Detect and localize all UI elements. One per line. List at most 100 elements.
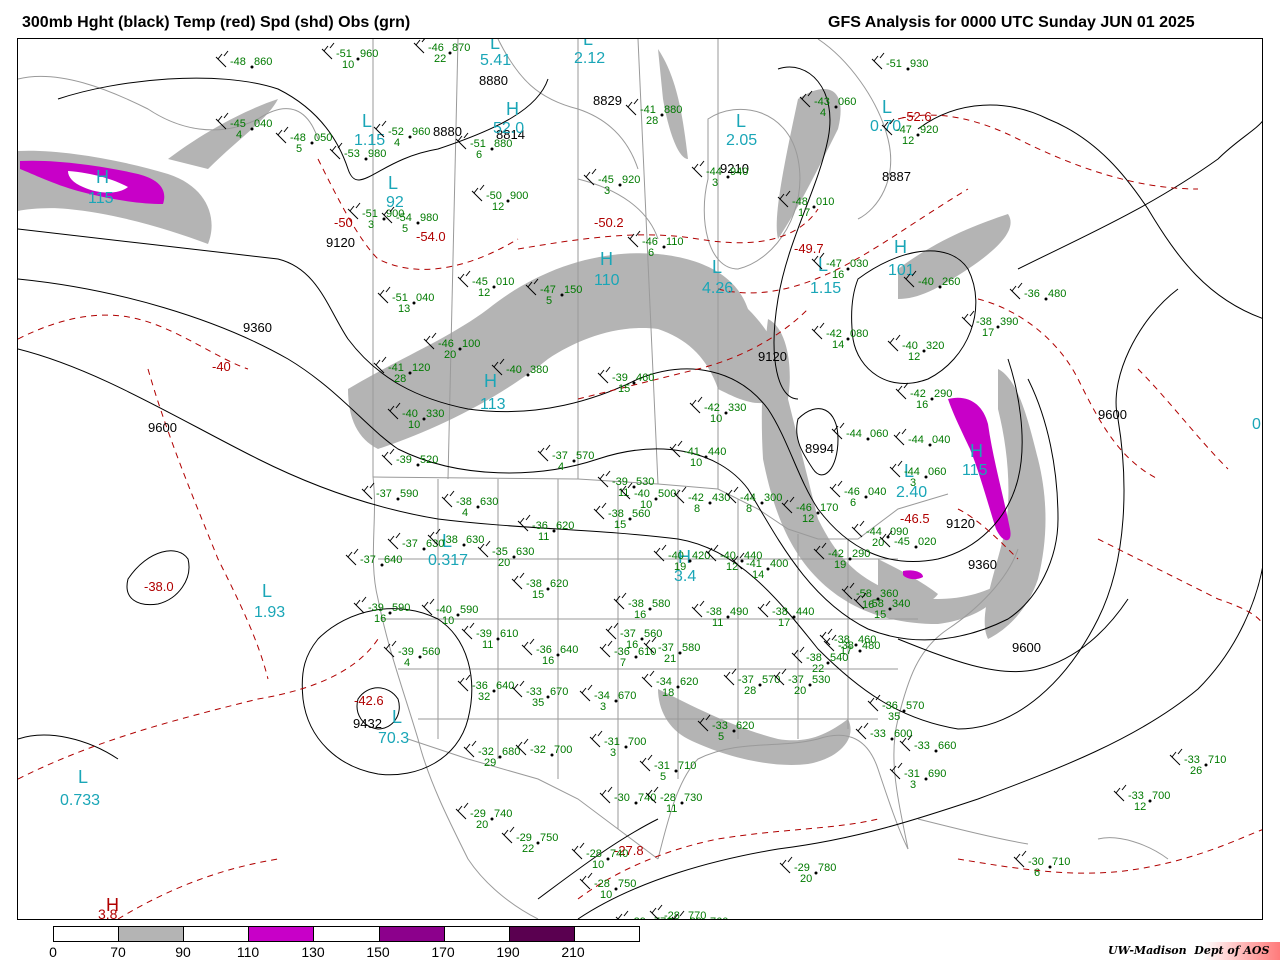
wind-barb-icon — [851, 520, 865, 538]
svg-text:110: 110 — [594, 272, 620, 289]
obs-dewpoint-depression: 11 — [712, 617, 723, 629]
obs-height: 060 — [838, 96, 856, 108]
wind-barb-icon — [593, 502, 607, 520]
obs-height: 640 — [384, 554, 402, 566]
station-obs: -42 29016 — [895, 382, 952, 411]
obs-height: 010 — [816, 196, 834, 208]
wind-barb-icon — [895, 382, 909, 400]
height-value-labels: 8880 8814 8880 8887 9120 9120 9120 9360 … — [148, 73, 1127, 731]
height-label: 8829 — [593, 93, 622, 108]
svg-text:H: H — [506, 99, 519, 119]
obs-dewpoint-depression: 15 — [618, 383, 630, 395]
obs-dewpoint-depression: 5 — [296, 143, 302, 155]
colorbar-segment — [444, 927, 510, 941]
temp-label: -50.2 — [594, 215, 624, 230]
obs-height: 920 — [920, 124, 938, 136]
station-obs: -40 50010 — [619, 482, 676, 511]
temp-label: -42.6 — [354, 693, 384, 708]
wind-barb-icon — [779, 856, 793, 874]
obs-height: 290 — [852, 548, 870, 560]
obs-dewpoint-depression: 10 — [342, 59, 354, 71]
obs-height: 680 — [502, 746, 520, 758]
wind-barb-icon — [1113, 784, 1127, 802]
obs-dewpoint-depression: 28 — [394, 373, 406, 385]
wind-barb-icon — [627, 230, 641, 248]
wind-barb-icon — [605, 622, 619, 640]
center-marker: L 0.733 — [60, 767, 100, 809]
height-label: 9600 — [148, 420, 177, 435]
station-obs: -44 060 — [831, 422, 888, 441]
station-obs: -46 87022 — [413, 39, 470, 65]
height-label: 9600 — [1012, 640, 1041, 655]
obs-height: 260 — [942, 276, 960, 288]
obs-dewpoint-depression: 10 — [690, 457, 702, 469]
station-obs: -48 0505 — [275, 126, 332, 155]
svg-text:1.15: 1.15 — [810, 280, 841, 297]
wind-barb-icon — [641, 670, 655, 688]
obs-dewpoint-depression: 35 — [532, 697, 544, 709]
obs-height: 960 — [360, 48, 378, 60]
station-obs: -41 40014 — [731, 552, 788, 581]
obs-height: 930 — [910, 58, 928, 70]
height-label: 8994 — [805, 441, 834, 456]
station-obs: -39 520 — [381, 448, 438, 467]
svg-text:L: L — [362, 111, 372, 131]
obs-dewpoint-depression: 16 — [374, 613, 386, 625]
station-obs: -37 5704 — [537, 444, 594, 473]
wind-barb-icon — [387, 532, 401, 550]
obs-height: 580 — [652, 598, 670, 610]
temp-label: -52.6 — [902, 109, 932, 124]
obs-dewpoint-depression: 12 — [492, 201, 504, 213]
obs-dewpoint-depression: 3 — [600, 701, 606, 713]
station-obs: -38 39017 — [961, 310, 1018, 339]
obs-dewpoint-depression: 12 — [902, 135, 914, 147]
colorbar-tick-label: 150 — [366, 944, 390, 960]
obs-temp: -37 — [360, 554, 376, 566]
center-marker: L 1.93 — [254, 581, 285, 621]
obs-height: 170 — [820, 502, 838, 514]
obs-height: 560 — [632, 508, 650, 520]
us-canada-border — [372, 476, 949, 540]
wind-barb-icon — [521, 638, 535, 656]
obs-height: 290 — [934, 388, 952, 400]
obs-temp: -29 — [630, 916, 646, 920]
wind-barb-icon — [421, 598, 435, 616]
svg-text:L: L — [712, 257, 722, 277]
obs-dewpoint-depression: 11 — [666, 803, 677, 815]
svg-text:1.15: 1.15 — [354, 132, 385, 149]
svg-text:L: L — [583, 39, 593, 49]
wind-barb-icon — [757, 600, 771, 618]
wind-barb-icon — [1013, 850, 1027, 868]
obs-dewpoint-depression: 19 — [674, 561, 686, 573]
temp-label: -49.7 — [794, 241, 824, 256]
obs-height: 670 — [550, 686, 568, 698]
obs-height: 660 — [938, 740, 956, 752]
height-label: 8880 — [433, 124, 462, 139]
obs-dewpoint-depression: 6 — [476, 149, 482, 161]
contour-9432-low — [301, 608, 473, 776]
wind-barb-icon — [215, 50, 229, 68]
obs-height: 100 — [462, 338, 480, 350]
obs-height: 330 — [728, 402, 746, 414]
obs-dewpoint-depression: 17 — [798, 207, 810, 219]
station-obs: -36 64032 — [457, 674, 514, 703]
obs-temp: -30 — [686, 916, 702, 920]
temp-label: -46.5 — [900, 511, 930, 526]
obs-dewpoint-depression: 7 — [620, 657, 626, 669]
isotherm-12 — [957, 829, 1262, 874]
colorbar-tick-label: 0 — [49, 944, 57, 960]
speed-colorbar — [53, 926, 640, 942]
obs-dewpoint-depression: 19 — [834, 559, 846, 571]
obs-height: 980 — [420, 212, 438, 224]
obs-temp: -48 — [230, 56, 246, 68]
obs-dewpoint-depression: 10 — [442, 615, 454, 627]
station-obs: -38 46017 — [819, 628, 876, 657]
obs-dewpoint-depression: 13 — [398, 303, 410, 315]
obs-dewpoint-depression: 22 — [522, 843, 534, 855]
station-obs: -51 8806 — [455, 132, 512, 161]
obs-dewpoint-depression: 17 — [778, 617, 790, 629]
obs-height: 020 — [918, 536, 936, 548]
svg-text:L: L — [78, 767, 88, 787]
obs-temp: -39 — [396, 454, 412, 466]
obs-dewpoint-depression: 5 — [718, 731, 724, 743]
